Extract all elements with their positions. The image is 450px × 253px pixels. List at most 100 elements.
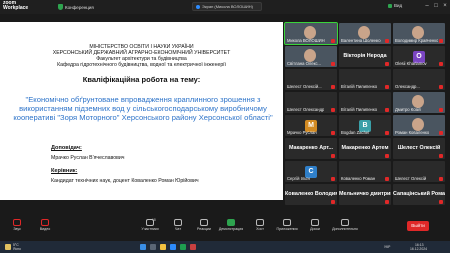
participant-name: Шелест Олексій	[395, 176, 427, 181]
share-button[interactable]: Демонстрация	[216, 219, 246, 231]
participant-tile[interactable]: Микола ВОЛОШИН	[284, 22, 338, 45]
shield-icon	[256, 219, 264, 226]
more-icon	[341, 219, 349, 226]
participant-tile[interactable]: Мельничко дмитрий	[339, 184, 391, 205]
participant-name: Дмитро Козій	[395, 107, 421, 112]
mic-off-icon	[331, 200, 335, 204]
share-indicator-icon	[196, 4, 200, 9]
mic-off-icon	[439, 108, 443, 112]
participant-name: Олександр...	[395, 84, 420, 89]
mic-off-icon	[385, 85, 389, 89]
participant-tile[interactable]: C Сергій Ільїн	[285, 161, 337, 182]
conference-tab[interactable]: Конференция	[58, 3, 94, 11]
participant-tile[interactable]: M Мрачко Руслан	[285, 115, 337, 136]
mic-off-icon	[385, 154, 389, 158]
participant-name: Olesii Kharlamov	[395, 61, 427, 66]
app-icon[interactable]	[190, 244, 196, 250]
work-title: Кваліфікаційна робота на тему:	[82, 75, 201, 84]
reactions-button[interactable]: Реакции	[189, 219, 219, 231]
participant-name-large: Макаренко Артем	[341, 145, 389, 151]
mic-off-icon	[385, 200, 389, 204]
windows-taskbar: 5°C Ясно УКР 16:13 16.12.2024	[0, 241, 450, 253]
participant-tile[interactable]: Віталій Пилипенко	[339, 69, 391, 90]
weather-icon	[5, 244, 11, 250]
host-tools-button[interactable]: Хост	[245, 219, 275, 231]
minimize-icon[interactable]: –	[423, 2, 431, 10]
zoom-app-icon[interactable]	[170, 244, 176, 250]
participant-tile[interactable]: Макаренко Арт...	[285, 138, 337, 159]
view-button[interactable]: Вид	[388, 3, 402, 8]
participant-name: Мрачко Руслан	[287, 130, 317, 135]
participant-tile[interactable]: Роман Коваленко	[393, 115, 445, 136]
audio-button[interactable]: Звук	[2, 219, 32, 231]
participant-tile[interactable]: Шелест Олексій	[393, 138, 445, 159]
mic-off-icon	[385, 62, 389, 66]
participants-button[interactable]: 18 Участники	[135, 218, 165, 231]
participant-tile[interactable]: Олександр...	[393, 69, 445, 90]
mic-off-icon	[385, 177, 389, 181]
participant-name: Володимир Кравченко	[395, 38, 439, 43]
speaker-label: Доповідач:	[51, 145, 82, 151]
clock-date[interactable]: 16.12.2024	[410, 247, 427, 251]
participant-tile[interactable]: Сапацінський Рома...	[393, 184, 445, 205]
shared-slide: МІНІСТЕРСТВО ОСВІТИ І НАУКИ УКРАЇНИ ХЕРС…	[0, 22, 283, 200]
participant-tile[interactable]: Шелест Олексій...	[285, 69, 337, 90]
zoom-logo: zoom Workplace	[3, 0, 29, 11]
participant-tile[interactable]: Світлана Олекс...	[285, 46, 337, 67]
participant-tile[interactable]: Шелест Олексій	[393, 161, 445, 182]
participant-tile[interactable]: O Olesii Kharlamov	[393, 46, 445, 67]
participant-tile[interactable]: Коваленко Володимир	[285, 184, 337, 205]
mic-off-icon	[439, 154, 443, 158]
participants-count: 18	[152, 218, 156, 222]
apps-button[interactable]: Приложения	[272, 219, 302, 231]
participant-name: Валентина Шоленко	[341, 38, 381, 43]
windows-start-icon[interactable]	[140, 244, 146, 250]
participant-tile[interactable]: Вікторія Нерода	[339, 46, 391, 67]
end-meeting-button[interactable]: Выйти	[407, 221, 429, 231]
mic-off-icon	[331, 131, 335, 135]
mic-off-icon	[385, 39, 389, 43]
mic-off-icon	[385, 108, 389, 112]
more-button[interactable]: Дополнительно	[330, 219, 360, 231]
participant-tile[interactable]: Шелест Олександр	[285, 92, 337, 113]
participant-name: Віталій Пилипенко	[341, 107, 378, 112]
topic-text: "Економічно обґрунтоване впровадження кр…	[13, 95, 273, 122]
mic-off-icon	[439, 200, 443, 204]
share-screen-icon	[227, 219, 235, 226]
participant-tile[interactable]: Коваленко Роман	[339, 161, 391, 182]
apps-icon	[283, 219, 291, 226]
chrome-icon[interactable]	[180, 244, 186, 250]
participant-name: Світлана Олекс...	[287, 61, 322, 66]
close-icon[interactable]: ×	[441, 2, 449, 10]
participant-tile[interactable]: Дмитро Козій	[393, 92, 445, 113]
search-icon[interactable]	[150, 244, 156, 250]
whiteboards-button[interactable]: Доски	[300, 219, 330, 231]
chat-icon	[174, 219, 182, 226]
participant-tile[interactable]: B Bogdan Zachel	[339, 115, 391, 136]
mic-off-icon	[331, 39, 335, 43]
participant-gallery: Микола ВОЛОШИН Валентина Шоленко Володимир…	[284, 22, 448, 208]
participant-tile[interactable]: Володимир Кравченко	[393, 23, 445, 44]
participant-tile[interactable]: Віталій Пилипенко	[339, 92, 391, 113]
participant-name: Микола ВОЛОШИН	[287, 38, 325, 43]
weather-desc: Ясно	[13, 247, 21, 251]
participant-tile[interactable]: Макаренко Артем	[339, 138, 391, 159]
supervisor-value: Кандидат технічних наук, доцент Коваленк…	[51, 178, 199, 184]
participant-name-large: Вікторія Нерода	[343, 53, 387, 59]
screen-share-pill[interactable]: Экран (Микола ВОЛОШИН)	[192, 2, 262, 11]
participant-tile[interactable]: Валентина Шоленко	[339, 23, 391, 44]
participant-name: Шелест Олександр	[287, 107, 325, 112]
mic-off-icon	[331, 154, 335, 158]
heart-icon	[200, 219, 208, 226]
mic-off-icon	[385, 131, 389, 135]
file-explorer-icon[interactable]	[160, 244, 166, 250]
maximize-icon[interactable]: □	[432, 2, 440, 10]
participant-name: Шелест Олексій...	[287, 84, 322, 89]
language-indicator[interactable]: УКР	[384, 245, 390, 249]
mic-off-icon	[439, 131, 443, 135]
mic-off-icon	[331, 177, 335, 181]
whiteboard-icon	[311, 219, 319, 226]
video-button[interactable]: Видео	[30, 219, 60, 231]
meeting-toolbar: Звук Видео 18 Участники Чат Реакции Демон…	[0, 218, 450, 237]
grid-icon	[388, 3, 392, 8]
